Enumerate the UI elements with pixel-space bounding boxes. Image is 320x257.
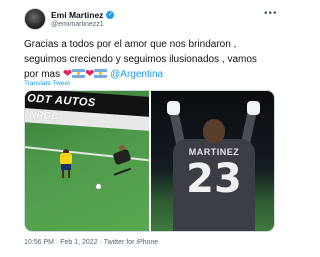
argentina-flag-icon xyxy=(72,69,86,78)
tweet-source: Twitter for iPhone xyxy=(103,239,159,246)
tweet-date[interactable]: Feb 1, 2022 xyxy=(60,239,97,246)
photo-goalkeeper-back[interactable]: MARTINEZ 23 xyxy=(151,91,274,231)
glove-icon xyxy=(167,101,180,115)
meta-separator: · xyxy=(99,239,102,246)
mention-link[interactable]: @Argentina xyxy=(110,69,163,80)
jersey-number: 23 xyxy=(186,156,242,202)
goalkeeper-jersey: MARTINEZ 23 xyxy=(173,139,255,231)
argentina-flag-icon xyxy=(94,69,108,78)
glove-icon xyxy=(247,101,260,115)
tweet-time[interactable]: 10:56 PM xyxy=(24,239,54,246)
translate-tweet-link[interactable]: Translate Tweet xyxy=(24,80,70,87)
player-figure xyxy=(59,149,73,178)
tweet-card: Emi Martinez ✓ @emimartinezz1 ••• Gracia… xyxy=(0,0,300,257)
display-name[interactable]: Emi Martinez xyxy=(51,10,103,20)
heart-emoji-icon: ❤ xyxy=(85,68,95,80)
tweet-text-line-2: seguimos creciendo y seguimos ilusionado… xyxy=(24,53,257,65)
tweet-meta: 10:56 PM · Feb 1, 2022 · Twitter for iPh… xyxy=(24,239,158,246)
photo-match-action[interactable]: ODT AUTOS NROD xyxy=(25,91,149,231)
goalkeeper-head xyxy=(203,119,225,143)
heart-emoji-icon: ❤ xyxy=(62,68,73,80)
author-name-row[interactable]: Emi Martinez ✓ xyxy=(51,10,115,20)
verified-badge-icon: ✓ xyxy=(106,11,115,19)
media-grid: ODT AUTOS NROD MARTINEZ 23 xyxy=(24,90,275,232)
tweet-text-line-3-prefix: por mas xyxy=(24,69,61,80)
meta-separator: · xyxy=(55,239,59,246)
tweet-text: Gracias a todos por el amor que nos brin… xyxy=(24,38,286,83)
more-options-icon[interactable]: ••• xyxy=(264,8,278,19)
avatar[interactable] xyxy=(24,8,46,30)
handle[interactable]: @emimartinezz1 xyxy=(51,21,104,28)
tweet-text-line-1: Gracias a todos por el amor que nos brin… xyxy=(24,39,237,50)
ball xyxy=(95,183,102,190)
goalkeeper-figure xyxy=(110,145,136,176)
